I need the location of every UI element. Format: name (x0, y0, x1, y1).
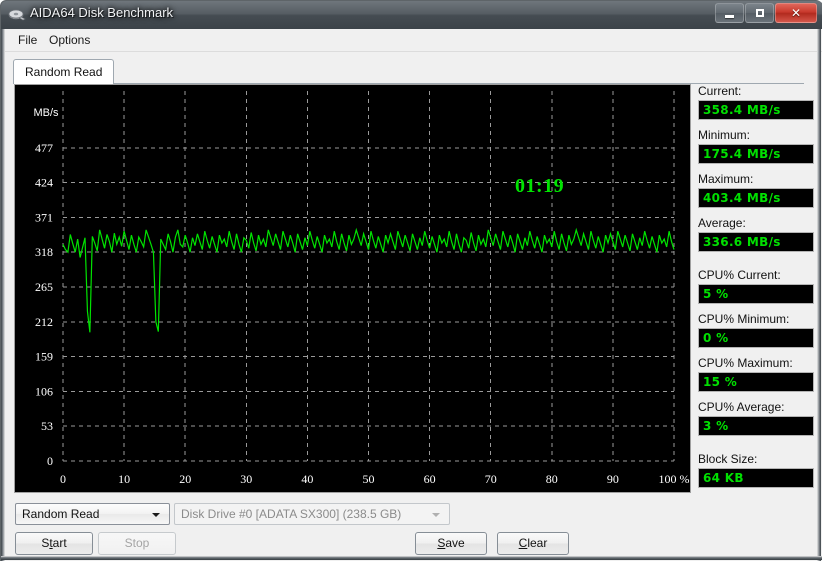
stat-maximum-label: Maximum: (698, 172, 754, 186)
x-tick-label: 70 (485, 472, 497, 486)
close-icon: ✕ (790, 6, 802, 20)
minimize-button[interactable] (715, 3, 744, 23)
disk-drive-select: Disk Drive #0 [ADATA SX300] (238.5 GB) (174, 503, 450, 525)
y-tick-label: 371 (35, 210, 53, 224)
stat-block-size-value: 64 KB (698, 468, 814, 488)
stat-current-value: 358.4 MB/s (698, 100, 814, 120)
start-button[interactable]: Start (15, 532, 93, 555)
menu-separator (2, 51, 822, 52)
y-tick-label: 212 (35, 315, 53, 329)
y-tick-label: 106 (35, 384, 53, 398)
stat-spacer (698, 444, 814, 452)
graph-canvas: MB/s 0 53 106 159 212 265 318 371 424 477 0 10 20 30 40… (33, 91, 690, 486)
stat-cpu-average-value: 3 % (698, 416, 814, 436)
title-bar: AIDA64 Disk Benchmark ✕ (1, 1, 822, 29)
close-button[interactable]: ✕ (775, 3, 817, 23)
stat-minimum-value: 175.4 MB/s (698, 144, 814, 164)
stat-spacer (698, 260, 814, 268)
y-tick-label: 477 (35, 141, 53, 155)
x-tick-label: 60 (424, 472, 436, 486)
x-tick-label: 10 (118, 472, 130, 486)
statistics-panel: Current: 358.4 MB/s Minimum: 175.4 MB/s Maxi… (698, 84, 814, 496)
stat-average-label: Average: (698, 216, 746, 230)
stat-maximum: Maximum: 403.4 MB/s (698, 172, 814, 208)
y-tick-label: 265 (35, 280, 53, 294)
stat-cpu-minimum-label: CPU% Minimum: (698, 312, 790, 326)
stat-cpu-maximum-label: CPU% Maximum: (698, 356, 793, 370)
maximize-icon (756, 9, 764, 17)
stat-current: Current: 358.4 MB/s (698, 84, 814, 120)
elapsed-timer: 01:19 (515, 175, 565, 197)
stat-minimum-label: Minimum: (698, 128, 751, 142)
stat-minimum: Minimum: 175.4 MB/s (698, 128, 814, 164)
stat-block-size-label: Block Size: (698, 452, 758, 466)
save-button[interactable]: Save (415, 532, 487, 555)
stat-average: Average: 336.6 MB/s (698, 216, 814, 252)
stat-cpu-minimum-value: 0 % (698, 328, 814, 348)
stat-cpu-current: CPU% Current: 5 % (698, 268, 814, 304)
stat-maximum-value: 403.4 MB/s (698, 188, 814, 208)
stat-cpu-maximum-value: 15 % (698, 372, 814, 392)
y-axis-unit-label: MB/s (33, 107, 59, 119)
benchmark-graph: MB/s 0 53 106 159 212 265 318 371 424 477 0 10 20 30 40… (14, 84, 691, 493)
x-tick-label: 0 (60, 472, 66, 486)
disk-drive-value: Disk Drive #0 [ADATA SX300] (238.5 GB) (181, 507, 402, 521)
disk-drive-icon (8, 9, 26, 21)
benchmark-mode-select[interactable]: Random Read (15, 503, 170, 525)
chevron-down-icon (432, 513, 440, 517)
x-tick-label: 30 (240, 472, 252, 486)
stat-average-value: 336.6 MB/s (698, 232, 814, 252)
maximize-button[interactable] (745, 3, 774, 23)
clear-button[interactable]: Clear (497, 532, 569, 555)
y-tick-label: 318 (35, 245, 53, 259)
stat-cpu-minimum: CPU% Minimum: 0 % (698, 312, 814, 348)
menu-bar: File Options (2, 29, 822, 51)
accelerator-letter: t (49, 536, 53, 550)
stat-cpu-current-value: 5 % (698, 284, 814, 304)
minimize-icon (725, 15, 734, 18)
accelerator-letter: C (518, 536, 528, 550)
y-tick-label: 159 (35, 350, 53, 364)
x-tick-label: 50 (363, 472, 375, 486)
menu-options[interactable]: Options (44, 32, 95, 48)
menu-file[interactable]: File (13, 32, 42, 48)
window-title: AIDA64 Disk Benchmark (30, 5, 174, 20)
x-tick-label: 90 (607, 472, 619, 486)
stop-button: Stop (98, 532, 176, 555)
stat-cpu-maximum: CPU% Maximum: 15 % (698, 356, 814, 392)
accelerator-letter: S (437, 536, 446, 550)
stat-cpu-current-label: CPU% Current: (698, 268, 781, 282)
benchmark-mode-value: Random Read (22, 507, 100, 521)
y-tick-label: 53 (41, 419, 53, 433)
app-window: AIDA64 Disk Benchmark ✕ File Options Ran… (0, 0, 822, 561)
x-tick-label: 40 (301, 472, 313, 486)
x-tick-label: 80 (546, 472, 558, 486)
y-tick-label: 424 (35, 176, 53, 190)
y-tick-label: 0 (47, 454, 53, 468)
stat-cpu-average: CPU% Average: 3 % (698, 400, 814, 436)
tab-strip: Random Read (13, 59, 813, 85)
client-area: File Options Random Read MB/s 0 53 106 159 21… (2, 29, 822, 561)
x-tick-label: 20 (179, 472, 191, 486)
stat-current-label: Current: (698, 84, 742, 98)
tab-random-read[interactable]: Random Read (13, 59, 115, 84)
stat-cpu-average-label: CPU% Average: (698, 400, 785, 414)
stat-block-size: Block Size: 64 KB (698, 452, 814, 488)
chevron-down-icon (152, 513, 160, 517)
x-tick-label: 100 % (659, 472, 690, 486)
